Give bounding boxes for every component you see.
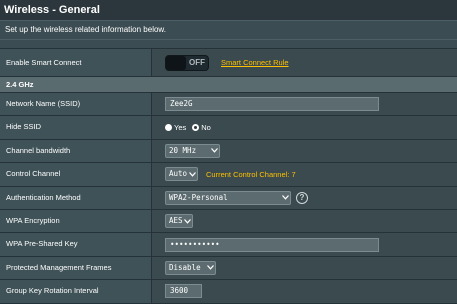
ssid-value: Zee2G <box>152 93 457 116</box>
hide-ssid-radio-group: Yes No <box>165 123 211 132</box>
control-channel-selected: Auto <box>169 169 188 179</box>
gk-rotation-value: 3600 <box>152 280 457 303</box>
hide-ssid-yes-radio[interactable] <box>165 124 172 132</box>
hide-ssid-row: Hide SSID Yes No <box>0 116 457 140</box>
auth-method-row: Authentication Method WPA2-Personal ? <box>0 186 457 210</box>
control-channel-row: Control Channel Auto Current Control Cha… <box>0 163 457 187</box>
band-section-header: 2.4 GHz <box>0 77 457 93</box>
help-icon[interactable]: ? <box>296 191 308 204</box>
toggle-knob <box>166 55 186 70</box>
page-description: Set up the wireless related information … <box>0 21 457 40</box>
control-channel-label: Control Channel <box>0 163 152 186</box>
encryption-value: AES <box>152 209 457 233</box>
bandwidth-select[interactable]: 20 MHz <box>165 143 220 158</box>
hide-ssid-value: Yes No <box>152 116 457 139</box>
smart-connect-value: OFF Smart Connect Rule <box>152 49 457 76</box>
chevron-down-icon <box>209 148 219 154</box>
ssid-row: Network Name (SSID) Zee2G <box>0 93 457 117</box>
auth-method-value: WPA2-Personal ? <box>152 186 457 209</box>
control-channel-select[interactable]: Auto <box>165 167 198 182</box>
pmf-value: Disable <box>152 256 457 280</box>
encryption-selected: AES <box>169 216 183 226</box>
bandwidth-selected: 20 MHz <box>169 145 197 155</box>
ssid-input[interactable]: Zee2G <box>165 97 379 112</box>
bandwidth-value: 20 MHz <box>152 139 457 163</box>
control-channel-value: Auto Current Control Channel: 7 <box>152 163 457 186</box>
ssid-label: Network Name (SSID) <box>0 93 152 116</box>
hide-ssid-no-label[interactable]: No <box>201 123 211 132</box>
auth-method-select[interactable]: WPA2-Personal <box>165 190 291 205</box>
page-title: Wireless - General <box>4 4 100 16</box>
bandwidth-label: Channel bandwidth <box>0 139 152 163</box>
chevron-down-icon <box>183 218 192 224</box>
smart-connect-label: Enable Smart Connect <box>0 49 152 76</box>
psk-value: ••••••••••• <box>152 233 457 256</box>
encryption-label: WPA Encryption <box>0 209 152 233</box>
smart-connect-toggle[interactable]: OFF <box>165 54 209 71</box>
pmf-label: Protected Management Frames <box>0 256 152 280</box>
hide-ssid-no-radio[interactable] <box>192 124 200 132</box>
pmf-selected: Disable <box>169 262 201 272</box>
encryption-select[interactable]: AES <box>165 214 193 229</box>
auth-method-selected: WPA2-Personal <box>169 192 228 202</box>
auth-method-label: Authentication Method <box>0 186 152 209</box>
gk-rotation-row: Group Key Rotation Interval 3600 <box>0 280 457 304</box>
chevron-down-icon <box>205 265 215 271</box>
settings-table: Enable Smart Connect OFF Smart Connect R… <box>0 48 457 304</box>
psk-row: WPA Pre-Shared Key ••••••••••• <box>0 233 457 257</box>
chevron-down-icon <box>280 195 290 200</box>
smart-connect-rule-link[interactable]: Smart Connect Rule <box>221 58 289 67</box>
pmf-row: Protected Management Frames Disable <box>0 256 457 281</box>
pmf-select[interactable]: Disable <box>165 260 216 275</box>
current-channel-text: Current Control Channel: 7 <box>206 169 296 179</box>
encryption-row: WPA Encryption AES <box>0 209 457 234</box>
psk-input[interactable]: ••••••••••• <box>165 237 379 252</box>
bandwidth-row: Channel bandwidth 20 MHz <box>0 139 457 164</box>
hide-ssid-yes-label[interactable]: Yes <box>174 123 186 132</box>
chevron-down-icon <box>187 171 197 177</box>
smart-connect-row: Enable Smart Connect OFF Smart Connect R… <box>0 49 457 77</box>
gk-rotation-input[interactable]: 3600 <box>165 284 202 299</box>
page-header: Wireless - General <box>0 0 457 21</box>
gk-rotation-label: Group Key Rotation Interval <box>0 280 152 303</box>
hide-ssid-label: Hide SSID <box>0 116 152 139</box>
toggle-state-text: OFF <box>189 58 205 67</box>
psk-label: WPA Pre-Shared Key <box>0 233 152 256</box>
